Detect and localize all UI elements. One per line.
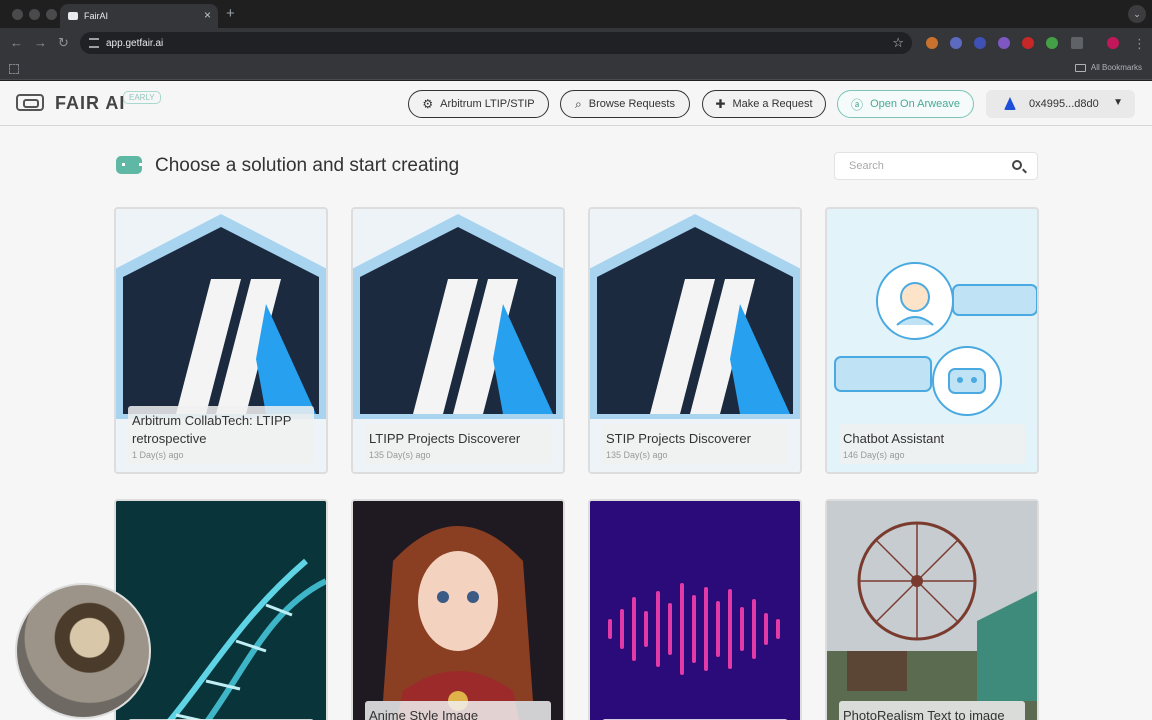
- browser-tab[interactable]: FairAI ×: [60, 4, 218, 28]
- arweave-icon: ⓐ: [851, 97, 864, 112]
- adblock-extension-icon[interactable]: [1022, 37, 1034, 49]
- button-label: Open On Arweave: [870, 98, 960, 110]
- extension-icon[interactable]: [974, 37, 986, 49]
- card-caption: Anime Style Image: [365, 701, 551, 720]
- all-bookmarks-label: All Bookmarks: [1090, 63, 1142, 72]
- solution-card[interactable]: PhotoRealism Text to image: [825, 499, 1039, 720]
- solution-card[interactable]: [588, 499, 802, 720]
- bookmarks-bar: All Bookmarks: [0, 58, 1152, 80]
- card-caption: Arbitrum CollabTech: LTIPP retrospective…: [128, 406, 314, 464]
- card-date: 1 Day(s) ago: [132, 450, 184, 460]
- logo-text[interactable]: FAIR AI: [55, 93, 125, 114]
- tab-search-icon[interactable]: ⌄: [1128, 5, 1146, 23]
- folder-icon: [1074, 63, 1086, 72]
- dna-helix-icon: [116, 501, 326, 720]
- browse-requests-button[interactable]: ⌕ Browse Requests: [560, 90, 690, 118]
- tab-close-icon[interactable]: ×: [204, 8, 211, 22]
- page-content: FAIR AI EARLY ⚙ Arbitrum LTIP/STIP ⌕ Bro…: [0, 81, 1152, 720]
- extension-icon[interactable]: [998, 37, 1010, 49]
- card-caption: LTIPP Projects Discoverer 135 Day(s) ago: [365, 424, 551, 464]
- button-label: Make a Request: [732, 98, 813, 110]
- card-title: Chatbot Assistant: [843, 431, 945, 446]
- bookmark-star-icon[interactable]: ☆: [892, 35, 904, 51]
- browser-menu-icon[interactable]: ⋮: [1133, 36, 1146, 52]
- page-title: Choose a solution and start creating: [155, 155, 460, 176]
- extension-icon[interactable]: [1046, 37, 1058, 49]
- search-icon[interactable]: [1012, 160, 1022, 170]
- button-label: Arbitrum LTIP/STIP: [440, 98, 535, 110]
- wallet-address: 0x4995...d8d0: [1029, 98, 1099, 110]
- card-title: PhotoRealism Text to image: [843, 708, 1005, 720]
- search-icon: ⌕: [575, 96, 582, 111]
- solution-card[interactable]: Anime Style Image: [351, 499, 565, 720]
- solution-card[interactable]: [114, 499, 328, 720]
- reload-icon[interactable]: ↻: [58, 35, 69, 51]
- card-title: STIP Projects Discoverer: [606, 431, 751, 446]
- solution-card[interactable]: LTIPP Projects Discoverer 135 Day(s) ago: [351, 207, 565, 474]
- card-date: 135 Day(s) ago: [369, 450, 431, 460]
- solution-card[interactable]: Chatbot Assistant 146 Day(s) ago: [825, 207, 1039, 474]
- address-bar[interactable]: app.getfair.ai ☆: [80, 32, 912, 54]
- browser-tab-bar: FairAI × + ⌄: [0, 0, 1152, 28]
- back-icon[interactable]: ←: [10, 35, 23, 50]
- gear-icon: ⚙: [422, 97, 434, 111]
- solution-card[interactable]: Arbitrum CollabTech: LTIPP retrospective…: [114, 207, 328, 474]
- extensions-puzzle-icon[interactable]: [1071, 37, 1083, 49]
- apps-grid-icon[interactable]: [9, 64, 19, 74]
- card-title: Arbitrum CollabTech: LTIPP retrospective: [132, 413, 292, 446]
- search-placeholder: Search: [849, 160, 884, 172]
- new-tab-button[interactable]: +: [226, 5, 235, 22]
- window-minimize-dot[interactable]: [29, 9, 40, 20]
- solution-card[interactable]: STIP Projects Discoverer 135 Day(s) ago: [588, 207, 802, 474]
- extension-fox-icon[interactable]: [926, 37, 938, 49]
- card-title: Anime Style Image: [369, 708, 479, 720]
- wallet-logo-icon: [1004, 97, 1016, 110]
- window-zoom-dot[interactable]: [46, 9, 57, 20]
- webcam-overlay: [15, 583, 151, 719]
- button-label: Browse Requests: [588, 98, 675, 110]
- site-info-icon[interactable]: [89, 38, 99, 48]
- card-caption: PhotoRealism Text to image: [839, 701, 1025, 720]
- window-close-dot[interactable]: [12, 9, 23, 20]
- open-on-arweave-button[interactable]: ⓐ Open On Arweave: [837, 90, 974, 118]
- wallet-button[interactable]: 0x4995...d8d0 ▼: [986, 90, 1135, 118]
- card-caption: Chatbot Assistant 146 Day(s) ago: [839, 424, 1025, 464]
- sound-wave-icon: [590, 501, 800, 720]
- card-title: LTIPP Projects Discoverer: [369, 431, 521, 446]
- card-date: 146 Day(s) ago: [843, 450, 905, 460]
- all-bookmarks-button[interactable]: All Bookmarks: [1074, 63, 1142, 72]
- search-input[interactable]: Search: [834, 152, 1038, 180]
- chat-bubble-icon: [116, 156, 142, 174]
- message-plus-icon: ✚: [715, 97, 726, 111]
- chevron-down-icon: ▼: [1113, 97, 1123, 108]
- tab-title: FairAI: [84, 11, 109, 21]
- forward-icon[interactable]: →: [34, 35, 47, 50]
- app-header: FAIR AI EARLY ⚙ Arbitrum LTIP/STIP ⌕ Bro…: [0, 81, 1152, 126]
- card-date: 135 Day(s) ago: [606, 450, 668, 460]
- card-caption: STIP Projects Discoverer 135 Day(s) ago: [602, 424, 788, 464]
- url-text: app.getfair.ai: [106, 37, 164, 49]
- extension-icon[interactable]: [950, 37, 962, 49]
- anime-portrait-icon: [353, 501, 563, 720]
- early-badge: EARLY: [123, 91, 161, 104]
- fairai-logo-icon[interactable]: [16, 94, 44, 111]
- profile-avatar[interactable]: [1107, 37, 1119, 49]
- make-request-button[interactable]: ✚ Make a Request: [702, 90, 826, 118]
- fairai-favicon-icon: [68, 12, 78, 20]
- ferris-wheel-photo-icon: [827, 501, 1037, 720]
- arbitrum-ltip-stip-button[interactable]: ⚙ Arbitrum LTIP/STIP: [408, 90, 549, 118]
